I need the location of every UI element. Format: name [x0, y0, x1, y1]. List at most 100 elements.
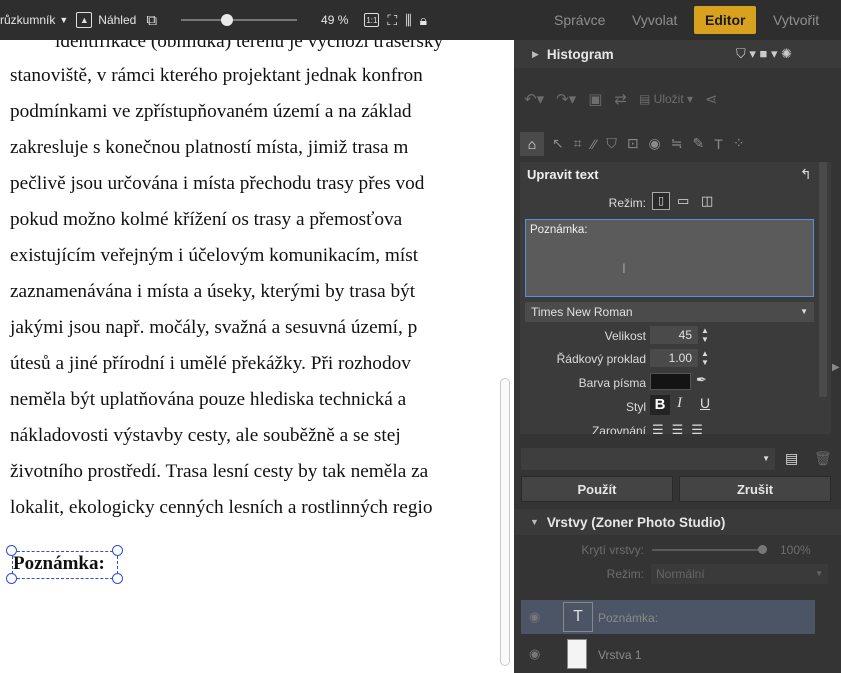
image-icon: ▲: [76, 12, 93, 28]
document-canvas[interactable]: identifikace (obhlídka) terénu je výchoz…: [0, 40, 514, 673]
size-stepper[interactable]: ▲ ▼: [701, 326, 709, 344]
zoom-1to1-button[interactable]: 1:1: [364, 13, 380, 27]
text-cursor-icon: I: [622, 260, 626, 276]
apply-button[interactable]: Použít: [521, 476, 673, 502]
text-path-icon[interactable]: ▭: [677, 193, 689, 209]
preview-label: Náhled: [98, 13, 137, 27]
eyedropper-icon[interactable]: ✒: [696, 372, 707, 388]
align-buttons[interactable]: ☰☰☰: [652, 422, 711, 434]
layers-header[interactable]: ▼ Vrstvy (Zoner Photo Studio): [514, 509, 841, 535]
font-select[interactable]: Times New Roman ▼: [525, 302, 814, 322]
visibility-eye-icon[interactable]: ◉: [529, 646, 540, 662]
histogram-options-icon[interactable]: ⛉ ▾ ■ ▾ ✺: [736, 46, 792, 62]
text-editor-area[interactable]: Poznámka: I: [525, 219, 814, 297]
layer-name: Vrstva 1: [598, 648, 642, 662]
split-view-icon[interactable]: ⫼: [405, 12, 411, 29]
zoom-1to1-icon: 1:1: [364, 13, 380, 27]
opacity-knob[interactable]: [758, 545, 767, 554]
resize-handle-br[interactable]: [112, 573, 123, 584]
chevron-down-icon: ▼: [800, 307, 808, 316]
italic-button[interactable]: I: [677, 395, 682, 412]
fit-screen-icon[interactable]: ⛶: [387, 12, 397, 29]
text-editor-value: Poznámka:: [530, 224, 588, 236]
resize-handle-tr[interactable]: [112, 545, 123, 556]
resize-handle-tl[interactable]: [6, 545, 17, 556]
tab-editor[interactable]: Editor: [694, 6, 757, 34]
text-tool-icon[interactable]: T: [714, 136, 723, 152]
home-tool[interactable]: ⌂: [520, 132, 544, 156]
share-icon[interactable]: ⋖: [705, 90, 718, 108]
visibility-eye-icon[interactable]: ◉: [529, 609, 540, 625]
image-icon[interactable]: ▣: [588, 90, 602, 108]
doc-line: nákladovosti výstavby cesty, ale souběžn…: [10, 425, 401, 446]
external-window-icon[interactable]: ⧉: [146, 12, 157, 29]
style-label: Styl: [625, 400, 646, 414]
edit-text-panel: Upravit text ↰ Režim: ▯ ▭ ◫ Poznámka: I …: [520, 162, 831, 434]
mode-frame-button[interactable]: ▯: [652, 192, 670, 210]
brush-icon[interactable]: ✎: [693, 135, 705, 152]
eye-icon[interactable]: ◉: [649, 135, 661, 152]
underline-button[interactable]: U: [700, 395, 710, 411]
layer-thumbnail: [567, 639, 587, 669]
guides-dropdown[interactable]: růzkumník ▼: [0, 13, 68, 27]
preset-select[interactable]: ▼: [521, 448, 775, 470]
doc-line: jakými jsou např. močály, svažná a sesuv…: [10, 317, 418, 338]
note-text-object[interactable]: Poznámka:: [13, 553, 105, 575]
history-toolbar: ↶▾ ↷▾ ▣ ⇄ ▤ Uložit ▾ ⋖: [524, 90, 718, 108]
collapse-icon: ▼: [530, 517, 539, 527]
layer-name: Poznámka:: [598, 611, 659, 625]
opacity-slider[interactable]: [652, 545, 767, 554]
size-input[interactable]: 45: [650, 326, 698, 344]
chevron-down-icon: ▼: [762, 454, 770, 463]
chevron-down-icon: ▼: [815, 569, 823, 578]
doc-line: podmínkami ve zpřístupňovaném území a na…: [10, 101, 412, 122]
doc-line: zaznamenávána i místa a úseky, kterými b…: [10, 281, 416, 302]
line-spacing-label: Řádkový proklad: [556, 352, 646, 366]
tab-manager[interactable]: Správce: [543, 6, 616, 34]
frame-icon[interactable]: ⊡: [627, 135, 639, 152]
histogram-header[interactable]: ▶ Histogram ⛉ ▾ ■ ▾ ✺: [514, 40, 841, 68]
pointer-icon[interactable]: ↖: [552, 135, 564, 152]
panel-scrollbar[interactable]: [819, 162, 827, 397]
doc-line: stanoviště, v rámci kterého projektant j…: [10, 65, 423, 86]
compare-icon[interactable]: ⇄: [614, 90, 627, 108]
zoom-slider-knob[interactable]: [221, 14, 234, 26]
shape-icon[interactable]: ⛉: [606, 135, 617, 152]
back-icon[interactable]: ↰: [800, 166, 812, 183]
edit-text-title: Upravit text: [527, 167, 599, 182]
document-scrollbar[interactable]: [500, 378, 510, 666]
guides-label: růzkumník: [0, 13, 56, 27]
layer-row[interactable]: ◉ T Poznámka:: [521, 600, 815, 634]
undo-icon[interactable]: ↶▾: [524, 90, 544, 108]
panel-collapse-icon[interactable]: ▶: [832, 362, 840, 373]
resize-handle-bl[interactable]: [6, 573, 17, 584]
doc-line: útesů a jiné přírodní i umělé překážky. …: [10, 353, 411, 374]
save-button[interactable]: ▤ Uložit ▾: [639, 92, 693, 106]
layers-title: Vrstvy (Zoner Photo Studio): [546, 514, 726, 530]
straighten-icon[interactable]: ⁄⁄: [592, 136, 597, 152]
blend-select[interactable]: Normální ▼: [651, 564, 828, 584]
tab-develop[interactable]: Vyvolat: [621, 6, 688, 34]
delete-preset-icon[interactable]: 🗑︎: [814, 450, 832, 467]
line-spacing-stepper[interactable]: ▲ ▼: [701, 349, 709, 367]
font-color-swatch[interactable]: [650, 373, 691, 390]
level-icon[interactable]: ≒: [671, 135, 683, 152]
redo-icon[interactable]: ↷▾: [556, 90, 576, 108]
more-tools-icon[interactable]: ⁘: [733, 135, 745, 152]
doc-line: lokalit, ekologicky cenných lesních a ro…: [10, 497, 433, 518]
save-preset-icon[interactable]: ▤: [785, 450, 798, 467]
bold-button[interactable]: B: [650, 395, 670, 415]
tab-create[interactable]: Vytvořit: [762, 6, 830, 34]
text-shape-icon[interactable]: ◫: [701, 193, 713, 209]
histogram-title: Histogram: [546, 46, 614, 62]
line-spacing-input[interactable]: 1.00: [650, 349, 698, 367]
right-panel: ▶ Histogram ⛉ ▾ ■ ▾ ✺ ↶▾ ↷▾ ▣ ⇄ ▤ Uložit…: [514, 40, 841, 673]
blend-value: Normální: [656, 567, 705, 581]
layer-row[interactable]: ◉ Vrstva 1: [521, 637, 815, 671]
cancel-button[interactable]: Zrušit: [679, 476, 831, 502]
zoom-slider[interactable]: [181, 14, 298, 26]
preview-toggle[interactable]: ▲ Náhled: [76, 12, 136, 28]
text-layer-icon: T: [563, 602, 593, 632]
crop-icon[interactable]: ⌗: [574, 135, 582, 152]
lock-icon[interactable]: 🔒︎: [420, 12, 427, 29]
